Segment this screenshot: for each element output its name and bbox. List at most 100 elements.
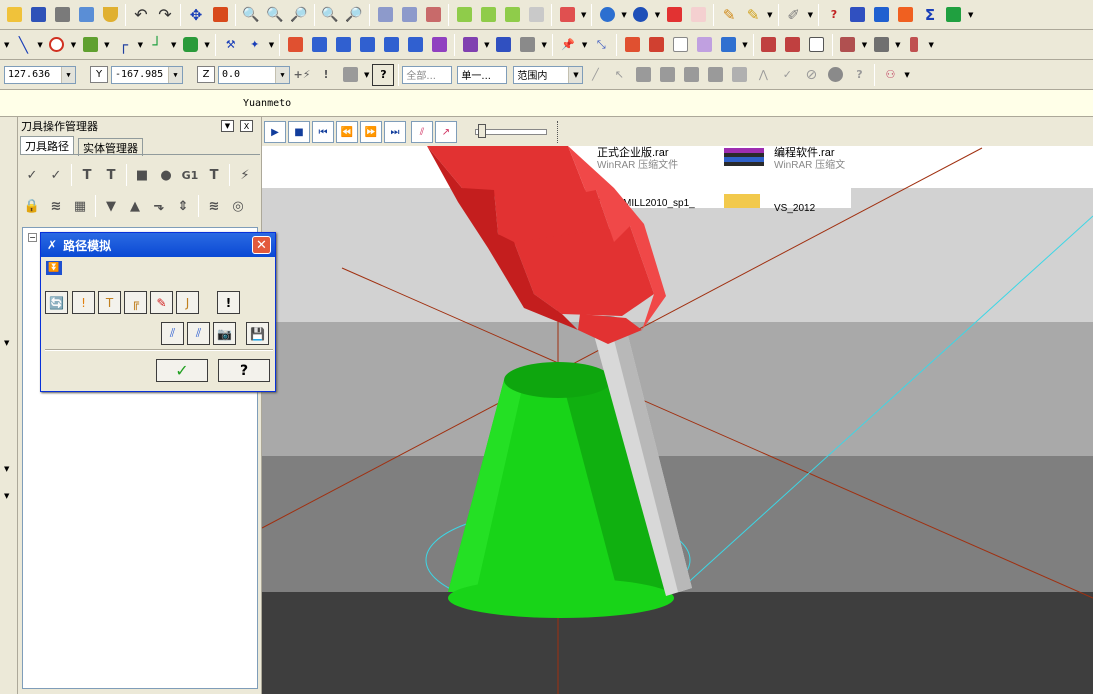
chevron-down-icon[interactable]: ▼: [4, 492, 9, 500]
print-icon[interactable]: [51, 4, 73, 26]
panel-menu-button[interactable]: ▼: [221, 120, 234, 132]
chevron-down-icon[interactable]: ▼: [104, 41, 109, 49]
panel-close-button[interactable]: X: [240, 120, 253, 132]
chevron-down-icon[interactable]: ▼: [484, 41, 489, 49]
holder-icon[interactable]: T: [98, 291, 121, 314]
tool-icon[interactable]: !: [72, 291, 95, 314]
cylinder-icon[interactable]: [179, 34, 201, 56]
trophy-icon[interactable]: [99, 4, 121, 26]
measure-icon[interactable]: [871, 4, 893, 26]
insert-arrow-icon[interactable]: ⬎: [148, 195, 170, 217]
chevron-down-icon[interactable]: ▼: [171, 41, 176, 49]
zoom-half-icon[interactable]: 🔎: [343, 4, 365, 26]
circle-icon[interactable]: [46, 34, 68, 56]
chevron-down-icon[interactable]: ▼: [808, 11, 813, 19]
xform-7-icon[interactable]: [428, 34, 450, 56]
tag-icon[interactable]: [693, 34, 715, 56]
backplot-icon[interactable]: ■: [131, 164, 153, 186]
erase-icon[interactable]: [422, 4, 444, 26]
grid-icon[interactable]: [493, 34, 515, 56]
wireframe-icon[interactable]: [687, 4, 709, 26]
wave-2-icon[interactable]: ≋: [203, 195, 225, 217]
y-coordinate-field[interactable]: -167.985 ▼: [111, 65, 183, 84]
chevron-down-icon[interactable]: ▼: [4, 41, 9, 49]
pen-icon[interactable]: ✎: [718, 4, 740, 26]
move-icon[interactable]: ✥: [185, 4, 207, 26]
plane-icon[interactable]: [556, 4, 578, 26]
tree-collapse-toggle[interactable]: −: [28, 233, 37, 242]
peak-icon[interactable]: ⋀: [752, 64, 774, 86]
select-invalid-icon[interactable]: ✓: [45, 164, 67, 186]
y-axis-label[interactable]: Y: [90, 66, 108, 83]
hex-3-icon[interactable]: [680, 64, 702, 86]
exclamation-icon[interactable]: !: [315, 64, 337, 86]
step-forward-icon[interactable]: ⏩: [360, 121, 382, 143]
skip-last-icon[interactable]: ⏭: [384, 121, 406, 143]
delete-icon[interactable]: [374, 4, 396, 26]
xform-5-icon[interactable]: [380, 34, 402, 56]
snap-icon[interactable]: ✦: [244, 34, 266, 56]
chevron-down-icon[interactable]: ▼: [581, 11, 586, 19]
open-file-icon[interactable]: [3, 4, 25, 26]
chevron-down-icon[interactable]: ▼: [364, 71, 369, 79]
material-icon[interactable]: [758, 34, 780, 56]
chevron-down-icon[interactable]: ▼: [767, 11, 772, 19]
ok-button[interactable]: ✓: [156, 359, 208, 382]
xform-8-icon[interactable]: [459, 34, 481, 56]
chevron-down-icon[interactable]: ▼: [655, 11, 660, 19]
dialog-close-button[interactable]: ✕: [252, 236, 271, 254]
cube-front-icon[interactable]: [477, 4, 499, 26]
redo-icon[interactable]: ↷: [154, 4, 176, 26]
stock-icon[interactable]: [782, 34, 804, 56]
scene-canvas[interactable]: 正式企业版.rar WinRAR 压缩文件 编程软件.rar WinRAR 压缩…: [262, 118, 1093, 694]
post-icon[interactable]: T: [203, 164, 225, 186]
wave-icon[interactable]: ≋: [45, 195, 67, 217]
speed-slider[interactable]: [475, 124, 547, 138]
gcode-icon[interactable]: G1: [179, 164, 201, 186]
xform-1-icon[interactable]: [284, 34, 306, 56]
graphics-viewport[interactable]: 正式企业版.rar WinRAR 压缩文件 编程软件.rar WinRAR 压缩…: [262, 118, 1093, 694]
line-icon[interactable]: ╲: [12, 34, 34, 56]
cube-side-icon[interactable]: [501, 4, 523, 26]
cube-select-icon[interactable]: [728, 64, 750, 86]
arrange-icon[interactable]: [517, 34, 539, 56]
chevron-down-icon[interactable]: ▼: [582, 41, 587, 49]
target-icon[interactable]: ◎: [227, 195, 249, 217]
filter-single-button[interactable]: 单一...: [457, 65, 508, 84]
xform-3-icon[interactable]: [332, 34, 354, 56]
globe-icon[interactable]: [596, 4, 618, 26]
help-icon[interactable]: ?: [372, 63, 395, 86]
fast-point-icon[interactable]: +⚡: [291, 64, 313, 86]
chevron-down-icon[interactable]: ▼: [275, 66, 289, 83]
chevron-down-icon[interactable]: ▼: [568, 66, 583, 83]
chevron-down-icon[interactable]: ▼: [37, 41, 42, 49]
fixture-icon[interactable]: ╔: [124, 291, 147, 314]
cursor-icon[interactable]: ↗: [435, 121, 457, 143]
chevron-down-icon[interactable]: ▼: [862, 41, 867, 49]
help-button[interactable]: ?: [218, 359, 270, 382]
step-back-icon[interactable]: ⏪: [336, 121, 358, 143]
help-grey-icon[interactable]: ?: [848, 64, 870, 86]
regen-icon[interactable]: T: [76, 164, 98, 186]
color-select-icon[interactable]: ⚇: [879, 64, 901, 86]
z-axis-label[interactable]: Z: [197, 66, 215, 83]
chevron-down-icon[interactable]: ▼: [621, 11, 626, 19]
chevron-down-icon[interactable]: ▼: [138, 41, 143, 49]
pin-icon[interactable]: 📌: [557, 34, 579, 56]
chevron-down-icon[interactable]: ▼: [71, 41, 76, 49]
surface-icon[interactable]: [870, 34, 892, 56]
green-tool-icon[interactable]: [943, 4, 965, 26]
shank-icon[interactable]: J: [176, 291, 199, 314]
play-icon[interactable]: ▶: [264, 121, 286, 143]
chevron-down-icon[interactable]: ▼: [904, 71, 909, 79]
solid-op-icon[interactable]: [837, 34, 859, 56]
orange-tool-icon[interactable]: [895, 4, 917, 26]
hex-2-icon[interactable]: [656, 64, 678, 86]
chevron-down-icon[interactable]: ▼: [269, 41, 274, 49]
check-icon[interactable]: ✓: [776, 64, 798, 86]
dim-icon[interactable]: ⤡: [590, 34, 612, 56]
chevron-down-icon[interactable]: ▼: [4, 339, 9, 347]
path-style-1-icon[interactable]: ⫽: [161, 322, 184, 345]
undelete-icon[interactable]: [398, 4, 420, 26]
path-point-icon[interactable]: ✎: [150, 291, 173, 314]
